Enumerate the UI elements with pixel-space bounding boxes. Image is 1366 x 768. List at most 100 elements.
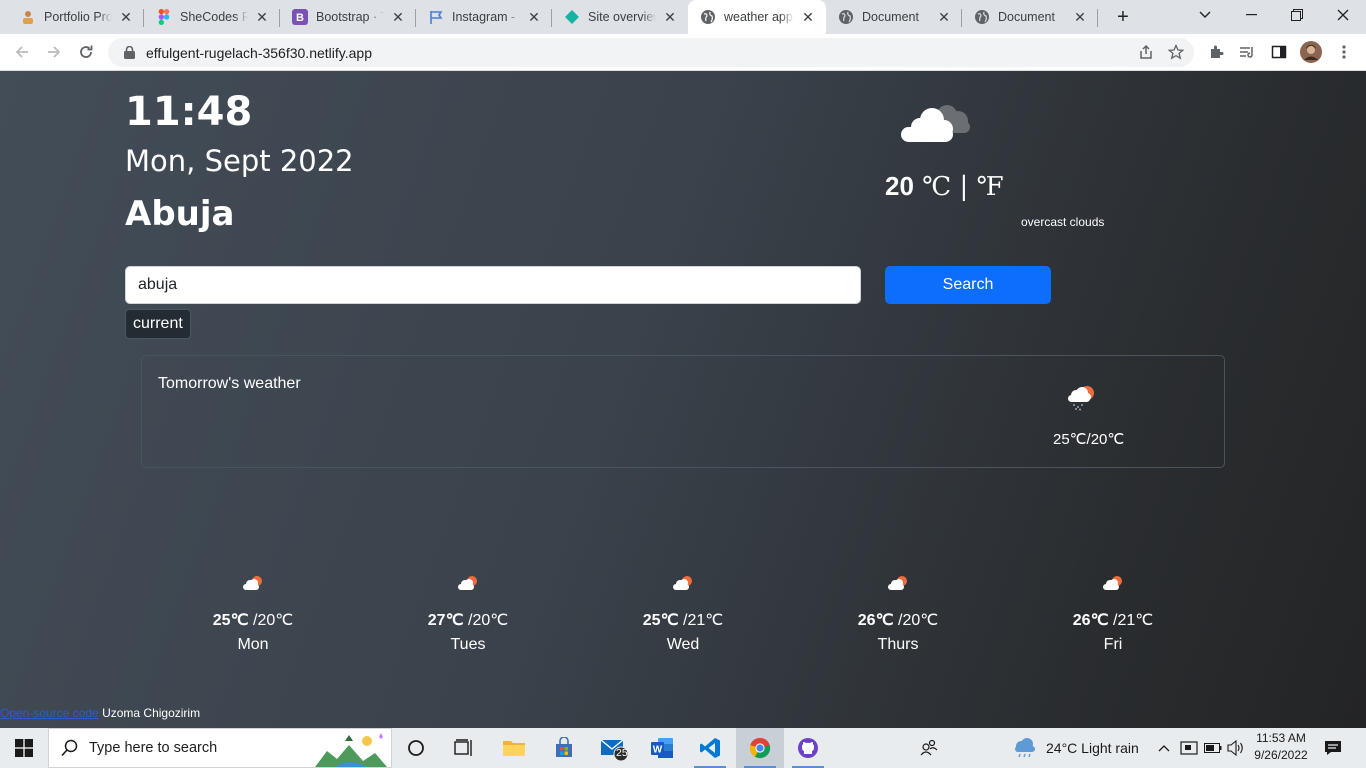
browser-toolbar: effulgent-rugelach-356f30.netlify.app (0, 34, 1366, 71)
forecast-day-name: Fri (1103, 636, 1123, 653)
forecast-temperature: 26℃ /20℃ (828, 610, 968, 630)
people-button[interactable] (905, 728, 953, 768)
forecast-day: 25℃ /20℃ Mon (183, 574, 323, 654)
system-clock[interactable]: 11:53 AM 9/26/2022 (1246, 730, 1316, 764)
reload-button[interactable] (74, 40, 98, 64)
unit-toggle[interactable]: ℃ | ℉ (914, 172, 1004, 202)
close-icon[interactable]: ✕ (1072, 9, 1088, 25)
mail-button[interactable]: 25 (590, 728, 638, 768)
forward-button[interactable] (42, 40, 66, 64)
meet-now-icon[interactable] (1178, 728, 1200, 768)
close-icon[interactable]: ✕ (936, 9, 952, 25)
lock-icon[interactable] (122, 46, 136, 60)
share-icon[interactable] (1138, 44, 1154, 63)
word-icon: W (651, 738, 673, 758)
forecast-min: /20℃ (893, 612, 939, 629)
extensions-icon[interactable] (1205, 41, 1227, 63)
close-icon[interactable]: ✕ (118, 9, 134, 25)
tab-search-button[interactable] (1182, 0, 1228, 30)
close-icon[interactable]: ✕ (390, 9, 406, 25)
github-icon (798, 738, 818, 758)
weather-widget-text: 24°C Light rain (1046, 740, 1139, 756)
forecast-max: 25℃ (642, 612, 679, 629)
tab-shecodes[interactable]: SheCodes Res ✕ (144, 0, 280, 34)
current-temperature: 20 ℃ | ℉ (885, 171, 1004, 202)
tab-bootstrap[interactable]: B Bootstrap · Th ✕ (280, 0, 416, 34)
task-view-icon (454, 739, 472, 756)
tab-label: Document (998, 10, 1055, 24)
start-button[interactable] (0, 728, 48, 768)
reading-list-icon[interactable] (1236, 41, 1258, 63)
overcast-clouds-icon (901, 105, 970, 142)
forecast-max: 25℃ (212, 612, 249, 629)
back-button[interactable] (10, 40, 34, 64)
close-window-button[interactable] (1320, 0, 1366, 30)
tab-document-1[interactable]: Document ✕ (826, 0, 962, 34)
notification-icon (1325, 741, 1341, 755)
current-date: Mon, Sept 2022 (125, 144, 354, 178)
current-location-button[interactable]: current (125, 309, 191, 339)
bookmark-star-icon[interactable] (1167, 43, 1185, 63)
github-desktop-button[interactable] (784, 728, 832, 768)
hidden-icons-chevron-icon[interactable] (1154, 728, 1174, 768)
menu-icon[interactable] (1333, 41, 1355, 63)
tab-label: Instagram - [ (452, 10, 520, 24)
tab-strip: Portfolio Proje ✕ SheCodes Res ✕ B Boots… (0, 0, 1366, 34)
close-icon[interactable]: ✕ (662, 9, 678, 25)
file-explorer-button[interactable] (490, 728, 538, 768)
clock-date: 9/26/2022 (1254, 748, 1308, 762)
battery-icon[interactable] (1202, 728, 1224, 768)
open-source-link[interactable]: Open-source code (0, 706, 99, 720)
tomorrow-weather-card: Tomorrow's weather 25℃/20℃ (141, 355, 1225, 468)
partly-cloudy-icon (1103, 576, 1122, 590)
forecast-max: 26℃ (1072, 612, 1109, 629)
weather-widget[interactable]: 24°C Light rain (1012, 728, 1146, 768)
forecast-day: 25℃ /21℃ Wed (613, 574, 753, 654)
store-button[interactable] (540, 728, 588, 768)
avatar[interactable] (1300, 41, 1322, 63)
forecast-max: 27℃ (427, 612, 464, 629)
word-button[interactable]: W (638, 728, 686, 768)
taskbar: Type here to search 25 W 24°C Light rain… (0, 728, 1366, 768)
cortana-button[interactable] (392, 728, 440, 768)
forecast-day-name: Tues (450, 636, 486, 653)
close-icon[interactable]: ✕ (254, 9, 270, 25)
tomorrow-title: Tomorrow's weather (158, 375, 301, 392)
close-icon[interactable]: ✕ (800, 9, 816, 25)
tab-site-overview[interactable]: Site overview ✕ (552, 0, 688, 34)
close-icon[interactable]: ✕ (526, 9, 542, 25)
taskbar-search-box[interactable]: Type here to search (48, 728, 392, 768)
store-icon (556, 737, 572, 757)
tab-portfolio[interactable]: Portfolio Proje ✕ (8, 0, 144, 34)
vscode-button[interactable] (686, 728, 734, 768)
city-search-input[interactable] (125, 266, 861, 304)
tab-instagram[interactable]: Instagram - [ ✕ (416, 0, 552, 34)
restore-button[interactable] (1274, 0, 1320, 30)
new-tab-button[interactable]: + (1100, 2, 1146, 32)
vscode-icon (700, 738, 720, 758)
forecast-min: /21℃ (678, 612, 724, 629)
search-button[interactable]: Search (885, 266, 1051, 304)
city-name: Abuja (125, 194, 235, 234)
forecast-temperature: 25℃ /20℃ (183, 610, 323, 630)
partly-cloudy-icon (888, 576, 907, 590)
tab-label: weather app (724, 10, 793, 24)
side-panel-icon[interactable] (1268, 41, 1290, 63)
partly-cloudy-icon (673, 576, 692, 590)
tab-weather-app[interactable]: weather app ✕ (688, 0, 826, 34)
forecast-temperature: 27℃ /20℃ (398, 610, 538, 630)
address-bar[interactable]: effulgent-rugelach-356f30.netlify.app (108, 38, 1194, 67)
tab-document-2[interactable]: Document ✕ (962, 0, 1098, 34)
author-name: Uzoma Chigozirim (98, 706, 201, 720)
minimize-button[interactable] (1228, 0, 1274, 30)
partly-cloudy-icon (458, 576, 477, 590)
globe-icon (700, 9, 716, 25)
chrome-button[interactable] (736, 728, 784, 768)
svg-text:W: W (653, 745, 663, 756)
bootstrap-icon: B (292, 9, 308, 25)
portfolio-favicon (20, 9, 36, 25)
chevron-down-icon (1199, 11, 1211, 18)
volume-icon[interactable] (1226, 728, 1246, 768)
task-view-button[interactable] (440, 728, 488, 768)
notification-center-button[interactable] (1318, 728, 1348, 768)
